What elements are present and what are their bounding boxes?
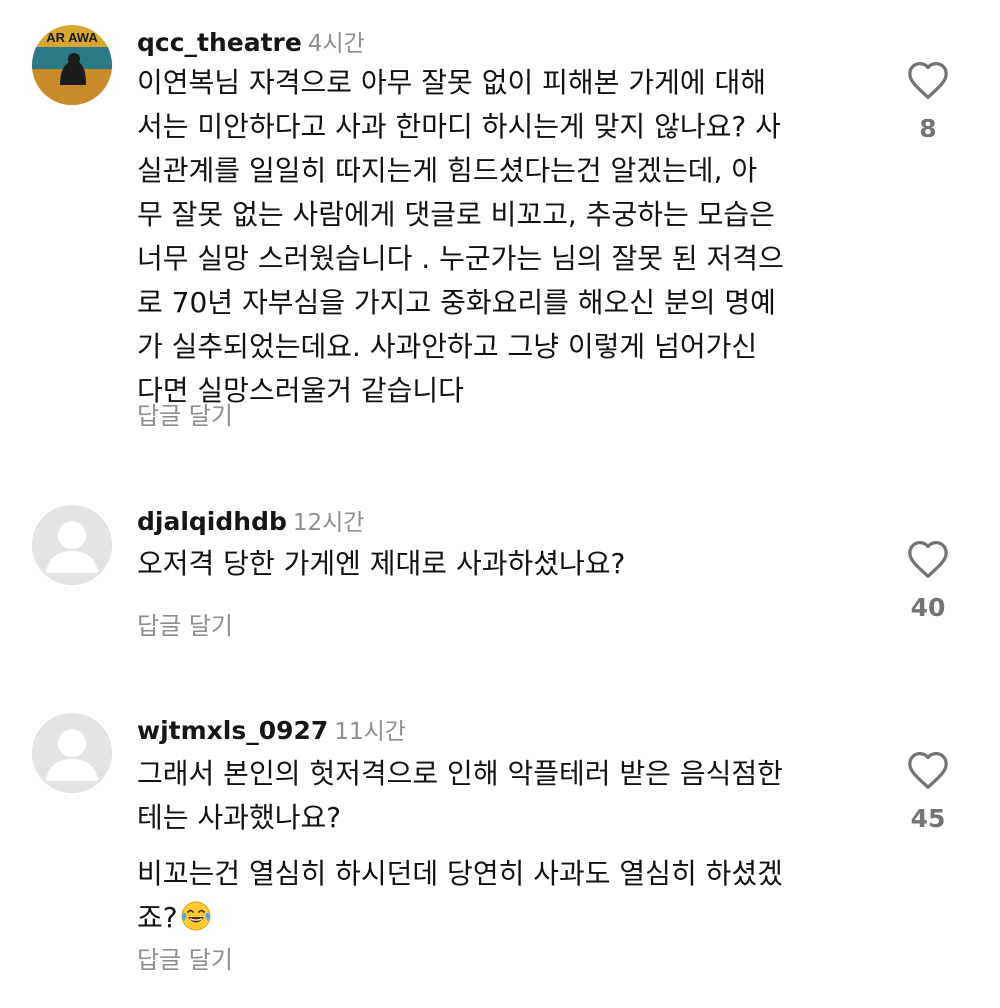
timestamp: 12시간 xyxy=(292,510,365,536)
comment-line: 가 실추되었는데요. 사과안하고 그냥 이렇게 넘어가신 xyxy=(137,330,758,363)
comment-line-text: 죠? xyxy=(137,901,178,934)
comment-line: 그래서 본인의 헛저격으로 인해 악플테러 받은 음식점한 xyxy=(137,757,783,790)
comment-line: 비꼬는건 열심히 하시던데 당연히 사과도 열심히 하셨겠 xyxy=(137,857,783,890)
timestamp: 11시간 xyxy=(334,719,406,745)
comment-item: AR AWA qcc_theatre 4시간 이연복님 자격으로 아무 잘못 없이… xyxy=(0,0,1000,470)
comment-line: 로 70년 자부심을 가지고 중화요리를 해오신 분의 명예 xyxy=(137,286,776,319)
comment-line: 죠? xyxy=(137,896,867,940)
username[interactable]: qcc_theatre xyxy=(137,28,302,57)
reply-button[interactable]: 답글 달기 xyxy=(137,940,233,975)
comment-text: 그래서 본인의 헛저격으로 인해 악플테러 받은 음식점한 테는 사과했나요? … xyxy=(137,752,867,940)
like-count: 40 xyxy=(910,593,946,622)
comment-line: 테는 사과했나요? xyxy=(137,801,342,834)
comment-line: 다면 실망스러울거 같습니다 xyxy=(137,374,464,407)
reply-button[interactable]: 답글 달기 xyxy=(137,396,233,431)
comment-line: 실관계를 일일히 따지는게 힘드셨다는건 알겠는데, 아 xyxy=(137,154,758,187)
comment-header: djalqidhdb 12시간 xyxy=(137,503,364,537)
like-count: 8 xyxy=(919,114,937,143)
avatar-image: AR AWA xyxy=(32,25,112,105)
heart-icon[interactable] xyxy=(906,750,950,790)
default-user-icon xyxy=(32,505,112,585)
reply-button[interactable]: 답글 달기 xyxy=(137,606,233,641)
heart-icon[interactable] xyxy=(906,539,950,579)
like-control: 45 xyxy=(888,750,968,833)
comment-line: 오저격 당한 가게엔 제대로 사과하셨나요? xyxy=(137,547,626,580)
avatar[interactable] xyxy=(32,505,112,585)
like-control: 40 xyxy=(888,539,968,622)
username[interactable]: wjtmxls_0927 xyxy=(137,716,328,745)
comment-header: qcc_theatre 4시간 xyxy=(137,24,365,58)
comment-header: wjtmxls_0927 11시간 xyxy=(137,712,406,746)
comment-text: 오저격 당한 가게엔 제대로 사과하셨나요? xyxy=(137,542,867,586)
face-with-tears-of-joy-icon xyxy=(181,901,211,931)
avatar-poster-text: AR AWA xyxy=(46,30,98,45)
comment-line: 무 잘못 없는 사람에게 댓글로 비꼬고, 추궁하는 모습은 xyxy=(137,198,775,231)
username[interactable]: djalqidhdb xyxy=(137,507,287,536)
comment-text: 이연복님 자격으로 아무 잘못 없이 피해본 가게에 대해 서는 미안하다고 사… xyxy=(137,61,867,413)
like-control: 8 xyxy=(888,60,968,143)
like-count: 45 xyxy=(910,804,946,833)
avatar[interactable]: AR AWA xyxy=(32,25,112,105)
comment-line: 너무 실망 스러웠습니다 . 누군가는 님의 잘못 된 저격으 xyxy=(137,242,784,275)
default-user-icon xyxy=(32,713,112,793)
heart-icon[interactable] xyxy=(906,60,950,100)
comment-paragraph: 그래서 본인의 헛저격으로 인해 악플테러 받은 음식점한 테는 사과했나요? xyxy=(137,752,867,840)
timestamp: 4시간 xyxy=(307,31,365,57)
comment-paragraph: 비꼬는건 열심히 하시던데 당연히 사과도 열심히 하셨겠 죠? xyxy=(137,852,867,940)
comment-line: 이연복님 자격으로 아무 잘못 없이 피해본 가게에 대해 xyxy=(137,66,767,99)
comment-line: 서는 미안하다고 사과 한마디 하시는게 맞지 않나요? 사 xyxy=(137,110,781,143)
avatar[interactable] xyxy=(32,713,112,793)
